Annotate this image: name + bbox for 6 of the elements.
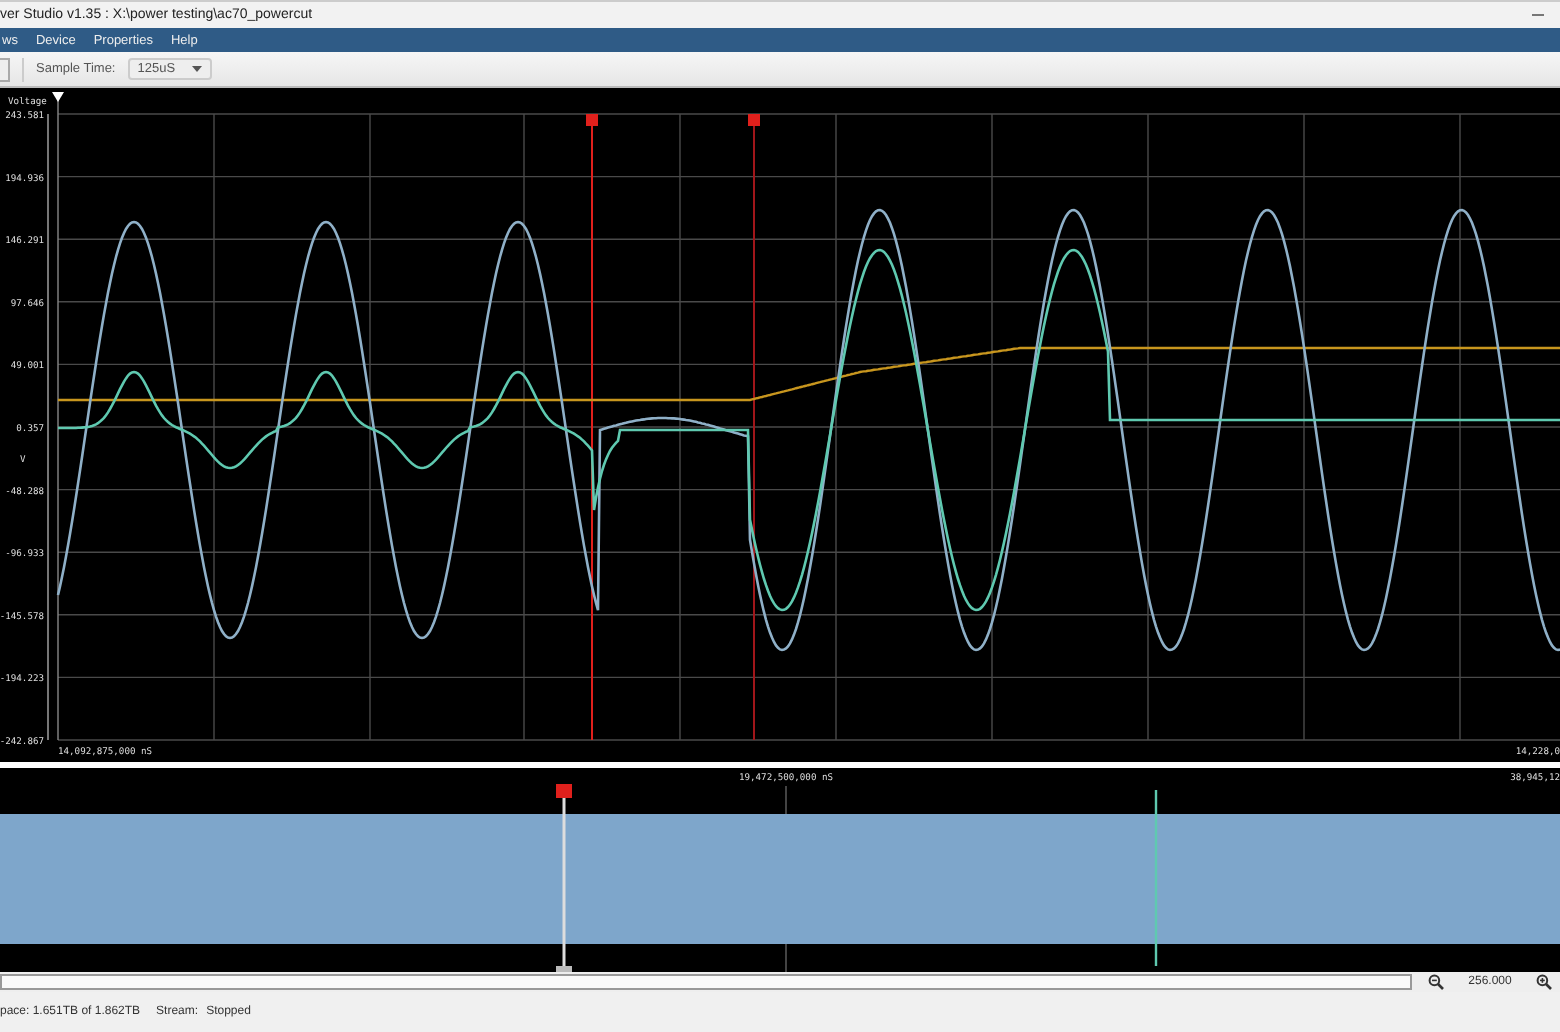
trigger-marker-icon[interactable] xyxy=(52,92,64,102)
horizontal-scrollbar[interactable] xyxy=(0,974,1412,990)
caret-icon xyxy=(191,66,202,72)
zoom-out-icon[interactable] xyxy=(1428,974,1444,990)
zoom-in-icon[interactable] xyxy=(1536,974,1552,990)
overview-cursor-handle[interactable] xyxy=(556,784,572,972)
